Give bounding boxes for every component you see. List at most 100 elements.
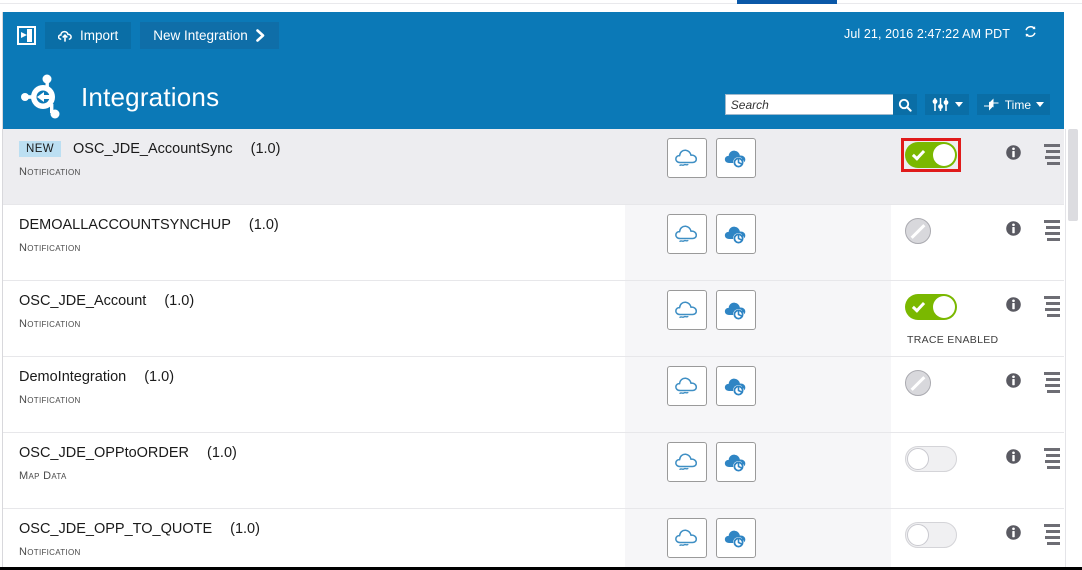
chevron-down-icon: [1036, 102, 1044, 107]
source-endpoint-tile[interactable]: [667, 214, 707, 254]
activation-toggle[interactable]: [905, 446, 957, 472]
integration-type: Notification: [19, 242, 81, 254]
source-endpoint-tile[interactable]: [667, 442, 707, 482]
cloud-filled-icon: [724, 150, 746, 168]
activation-toggle[interactable]: [905, 142, 957, 168]
row-actions: [891, 357, 1064, 432]
import-label: Import: [80, 28, 119, 43]
info-icon: [1006, 221, 1021, 236]
row-menu-button[interactable]: [1043, 296, 1060, 317]
table-row[interactable]: DEMOALLACCOUNTSYNCHUP (1.0) Notification: [3, 205, 1064, 281]
cloud-filled-icon: [724, 302, 746, 320]
row-info-button[interactable]: [1005, 372, 1022, 394]
integration-type: Notification: [19, 166, 81, 178]
integration-info: OSC_JDE_Account (1.0) Notification: [3, 281, 625, 356]
cloud-outline-icon: [675, 453, 698, 470]
refresh-icon[interactable]: [1023, 24, 1038, 43]
row-info-button[interactable]: [1005, 524, 1022, 546]
scrollbar-thumb[interactable]: [1068, 129, 1078, 221]
cloud-filled-icon: [724, 530, 746, 548]
activation-toggle[interactable]: [905, 522, 957, 548]
toggle-knob: [907, 524, 929, 546]
search-box: [724, 94, 917, 115]
integration-name-line: OSC_JDE_OPPtoORDER (1.0): [19, 445, 625, 461]
table-row[interactable]: OSC_JDE_OPPtoORDER (1.0) Map Data: [3, 433, 1064, 509]
endpoint-icons: [625, 205, 891, 280]
target-endpoint-tile[interactable]: [716, 214, 756, 254]
source-endpoint-tile[interactable]: [667, 518, 707, 558]
active-tab-underline: [737, 0, 837, 4]
integration-name: OSC_JDE_Account: [19, 293, 147, 309]
endpoint-icons: [625, 433, 891, 508]
cloud-outline-icon: [675, 377, 698, 394]
integration-info: DEMOALLACCOUNTSYNCHUP (1.0) Notification: [3, 205, 625, 280]
activation-toggle[interactable]: [905, 294, 957, 320]
row-info-button[interactable]: [1005, 296, 1022, 318]
integration-name-line: NEW OSC_JDE_AccountSync (1.0): [19, 141, 625, 157]
collapse-panel-icon[interactable]: [17, 26, 36, 45]
filter-button[interactable]: [924, 94, 969, 115]
cloud-outline-icon: [675, 225, 698, 242]
hamburger-menu-icon: [1043, 448, 1060, 469]
integration-version: (1.0): [230, 521, 260, 537]
row-actions: [891, 433, 1064, 508]
integration-list: NEW OSC_JDE_AccountSync (1.0) Notification D…: [3, 129, 1064, 567]
integration-name: OSC_JDE_OPP_TO_QUOTE: [19, 521, 213, 537]
info-icon: [1006, 297, 1021, 312]
target-endpoint-tile[interactable]: [716, 138, 756, 178]
source-endpoint-tile[interactable]: [667, 290, 707, 330]
toggle-knob: [933, 296, 955, 318]
activation-disabled-icon: [905, 370, 931, 396]
source-endpoint-tile[interactable]: [667, 366, 707, 406]
source-endpoint-tile[interactable]: [667, 138, 707, 178]
top-tab-strip: [0, 0, 1082, 12]
info-icon: [1006, 145, 1021, 160]
cloud-outline-icon: [675, 529, 698, 546]
header-toolbar: Import New Integration: [17, 22, 279, 49]
integration-type: Notification: [19, 318, 81, 330]
row-menu-button[interactable]: [1043, 524, 1060, 545]
row-info-button[interactable]: [1005, 448, 1022, 470]
integration-name-line: OSC_JDE_Account (1.0): [19, 293, 625, 309]
row-actions: [891, 129, 1064, 204]
target-endpoint-tile[interactable]: [716, 518, 756, 558]
target-endpoint-tile[interactable]: [716, 366, 756, 406]
new-integration-button[interactable]: New Integration: [140, 22, 279, 49]
table-row[interactable]: OSC_JDE_Account (1.0) Notification TRACE EN…: [3, 281, 1064, 357]
search-input[interactable]: [724, 94, 893, 115]
hamburger-menu-icon: [1043, 296, 1060, 317]
list-scrollbar[interactable]: [1065, 129, 1079, 567]
time-sort-button[interactable]: Time: [976, 94, 1050, 115]
integration-name: OSC_JDE_OPPtoORDER: [19, 445, 190, 461]
activation-cell: [891, 218, 987, 244]
row-menu-button[interactable]: [1043, 144, 1060, 165]
hamburger-menu-icon: [1043, 372, 1060, 393]
target-endpoint-tile[interactable]: [716, 290, 756, 330]
target-endpoint-tile[interactable]: [716, 442, 756, 482]
application-window: Import New Integration Jul 21, 2016 2:47…: [0, 0, 1082, 570]
page-title: Integrations: [81, 81, 220, 112]
row-actions: [891, 205, 1064, 280]
activation-cell: [891, 446, 987, 472]
search-toolbar: Time: [724, 94, 1050, 115]
integration-version: (1.0): [144, 369, 175, 385]
collapse-bar-shape: [27, 29, 32, 42]
import-button[interactable]: Import: [45, 22, 132, 49]
integration-version: (1.0): [250, 141, 281, 157]
table-row[interactable]: OSC_JDE_OPP_TO_QUOTE (1.0) Notification: [3, 509, 1064, 567]
activation-cell: [891, 522, 987, 548]
hamburger-menu-icon: [1043, 144, 1060, 165]
page-title-row: Integrations: [17, 74, 219, 120]
table-row[interactable]: DemoIntegration (1.0) Notification: [3, 357, 1064, 433]
row-info-button[interactable]: [1005, 220, 1022, 242]
row-info-button[interactable]: [1005, 144, 1022, 166]
row-menu-button[interactable]: [1043, 220, 1060, 241]
info-icon: [1006, 373, 1021, 388]
search-button[interactable]: [892, 94, 917, 115]
hamburger-menu-icon: [1043, 220, 1060, 241]
integration-type: Notification: [19, 546, 81, 558]
table-row[interactable]: NEW OSC_JDE_AccountSync (1.0) Notification: [3, 129, 1064, 205]
row-menu-button[interactable]: [1043, 448, 1060, 469]
row-menu-button[interactable]: [1043, 372, 1060, 393]
integration-name-line: OSC_JDE_OPP_TO_QUOTE (1.0): [19, 521, 625, 537]
